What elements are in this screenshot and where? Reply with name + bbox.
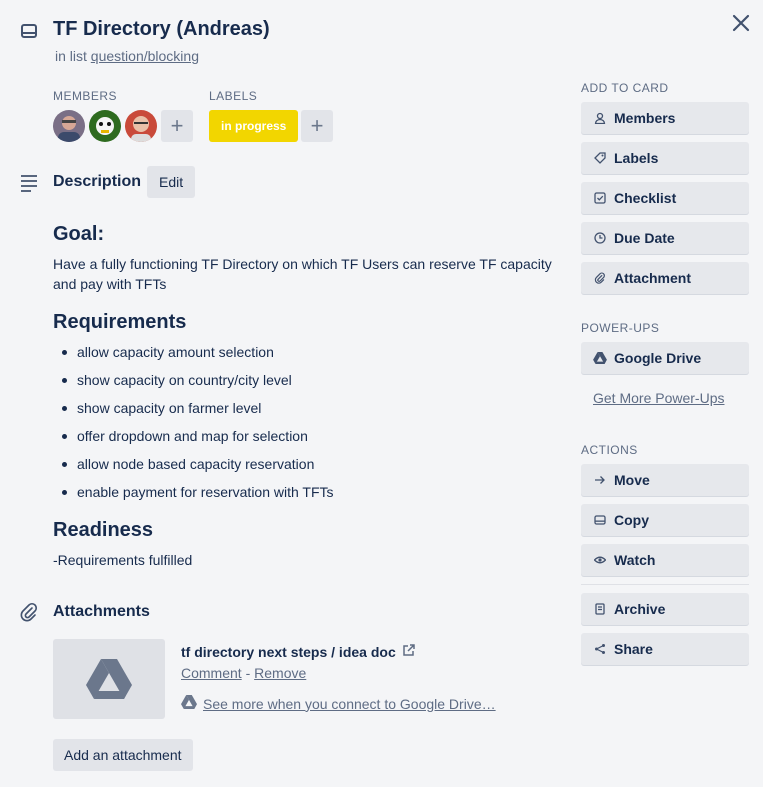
google-drive-icon xyxy=(181,695,197,712)
description-heading: Description xyxy=(53,173,142,190)
attachment-actions: Comment - Remove xyxy=(181,665,306,681)
avatar[interactable] xyxy=(53,110,85,142)
sidebar-button-label: Archive xyxy=(614,601,666,617)
paperclip-icon xyxy=(19,602,39,622)
add-to-card-label: ADD TO CARD xyxy=(581,81,669,95)
paperclip-icon xyxy=(593,271,607,285)
sidebar-members-button[interactable]: Members xyxy=(581,102,749,134)
close-icon[interactable] xyxy=(729,11,753,35)
sidebar-attachment-button[interactable]: Attachment xyxy=(581,262,749,294)
sidebar-button-label: Watch xyxy=(614,552,656,568)
sidebar-checklist-button[interactable]: Checklist xyxy=(581,182,749,214)
archive-icon xyxy=(593,602,607,616)
attachments-heading: Attachments xyxy=(53,603,150,620)
goal-text: Have a fully functioning TF Directory on… xyxy=(53,256,552,292)
separator: - xyxy=(245,665,251,681)
label-in-progress[interactable]: in progress xyxy=(209,110,299,142)
attachment-thumbnail[interactable] xyxy=(53,639,165,719)
list-item: enable payment for reservation with TFTs xyxy=(53,482,334,510)
sidebar-copy-button[interactable]: Copy xyxy=(581,504,749,536)
card-title[interactable]: TF Directory (Andreas) xyxy=(53,18,270,41)
sidebar-button-label: Checklist xyxy=(614,190,677,206)
avatar[interactable] xyxy=(125,110,157,142)
members-label: MEMBERS xyxy=(53,89,118,103)
requirements-list: allow capacity amount selection show cap… xyxy=(53,342,334,510)
powerups-label: POWER-UPS xyxy=(581,321,660,335)
card-icon xyxy=(593,513,607,527)
list-name-link[interactable]: question/blocking xyxy=(91,48,199,64)
goal-heading: Goal: xyxy=(53,223,105,245)
checklist-icon xyxy=(593,191,607,205)
list-item: allow node based capacity reservation xyxy=(53,454,334,482)
sidebar-button-label: Move xyxy=(614,472,650,488)
google-drive-icon xyxy=(86,659,132,699)
share-icon xyxy=(593,642,607,656)
comment-link[interactable]: Comment xyxy=(181,665,242,681)
external-link-icon[interactable] xyxy=(402,644,415,660)
tag-icon xyxy=(593,151,607,165)
list-item: offer dropdown and map for selection xyxy=(53,426,334,454)
attachment-name[interactable]: tf directory next steps / idea doc xyxy=(181,644,415,660)
gdrive-connect-link[interactable]: See more when you connect to Google Driv… xyxy=(203,696,496,712)
in-list-text: in list question/blocking xyxy=(55,48,199,64)
avatar[interactable] xyxy=(89,110,121,142)
add-attachment-button[interactable]: Add an attachment xyxy=(53,739,193,771)
readiness-text: -Requirements fulfilled xyxy=(53,552,193,568)
eye-icon xyxy=(593,553,607,567)
attachment-name-text[interactable]: tf directory next steps / idea doc xyxy=(181,644,396,660)
sidebar-button-label: Copy xyxy=(614,512,649,528)
sidebar-archive-button[interactable]: Archive xyxy=(581,593,749,625)
sidebar-button-label: Share xyxy=(614,641,653,657)
sidebar-button-label: Members xyxy=(614,110,676,126)
sidebar-labels-button[interactable]: Labels xyxy=(581,142,749,174)
sidebar-watch-button[interactable]: Watch xyxy=(581,544,749,576)
gdrive-connect: See more when you connect to Google Driv… xyxy=(181,695,496,712)
sidebar-share-button[interactable]: Share xyxy=(581,633,749,665)
description-icon xyxy=(19,173,39,193)
in-list-prefix: in list xyxy=(55,48,87,64)
google-drive-icon xyxy=(593,351,607,365)
sidebar-move-button[interactable]: Move xyxy=(581,464,749,496)
labels-label: LABELS xyxy=(209,89,258,103)
sidebar-google-drive-button[interactable]: Google Drive xyxy=(581,342,749,374)
list-item: show capacity on farmer level xyxy=(53,398,334,426)
readiness-heading: Readiness xyxy=(53,519,154,541)
add-member-button[interactable]: + xyxy=(161,110,193,142)
list-item: show capacity on country/city level xyxy=(53,370,334,398)
list-item: allow capacity amount selection xyxy=(53,342,334,370)
sidebar-button-label: Attachment xyxy=(614,270,692,286)
sidebar-due-date-button[interactable]: Due Date xyxy=(581,222,749,254)
clock-icon xyxy=(593,231,607,245)
actions-label: ACTIONS xyxy=(581,443,638,457)
card-icon xyxy=(19,21,39,41)
requirements-heading: Requirements xyxy=(53,311,187,333)
add-label-button[interactable]: + xyxy=(301,110,333,142)
sidebar-button-label: Due Date xyxy=(614,230,675,246)
person-icon xyxy=(593,111,607,125)
get-more-powerups-link[interactable]: Get More Power-Ups xyxy=(593,390,724,406)
edit-description-button[interactable]: Edit xyxy=(147,166,196,198)
sidebar-button-label: Labels xyxy=(614,150,659,166)
sidebar-divider xyxy=(581,584,749,585)
remove-link[interactable]: Remove xyxy=(254,665,306,681)
sidebar-button-label: Google Drive xyxy=(614,350,702,366)
arrow-right-icon xyxy=(593,473,607,487)
